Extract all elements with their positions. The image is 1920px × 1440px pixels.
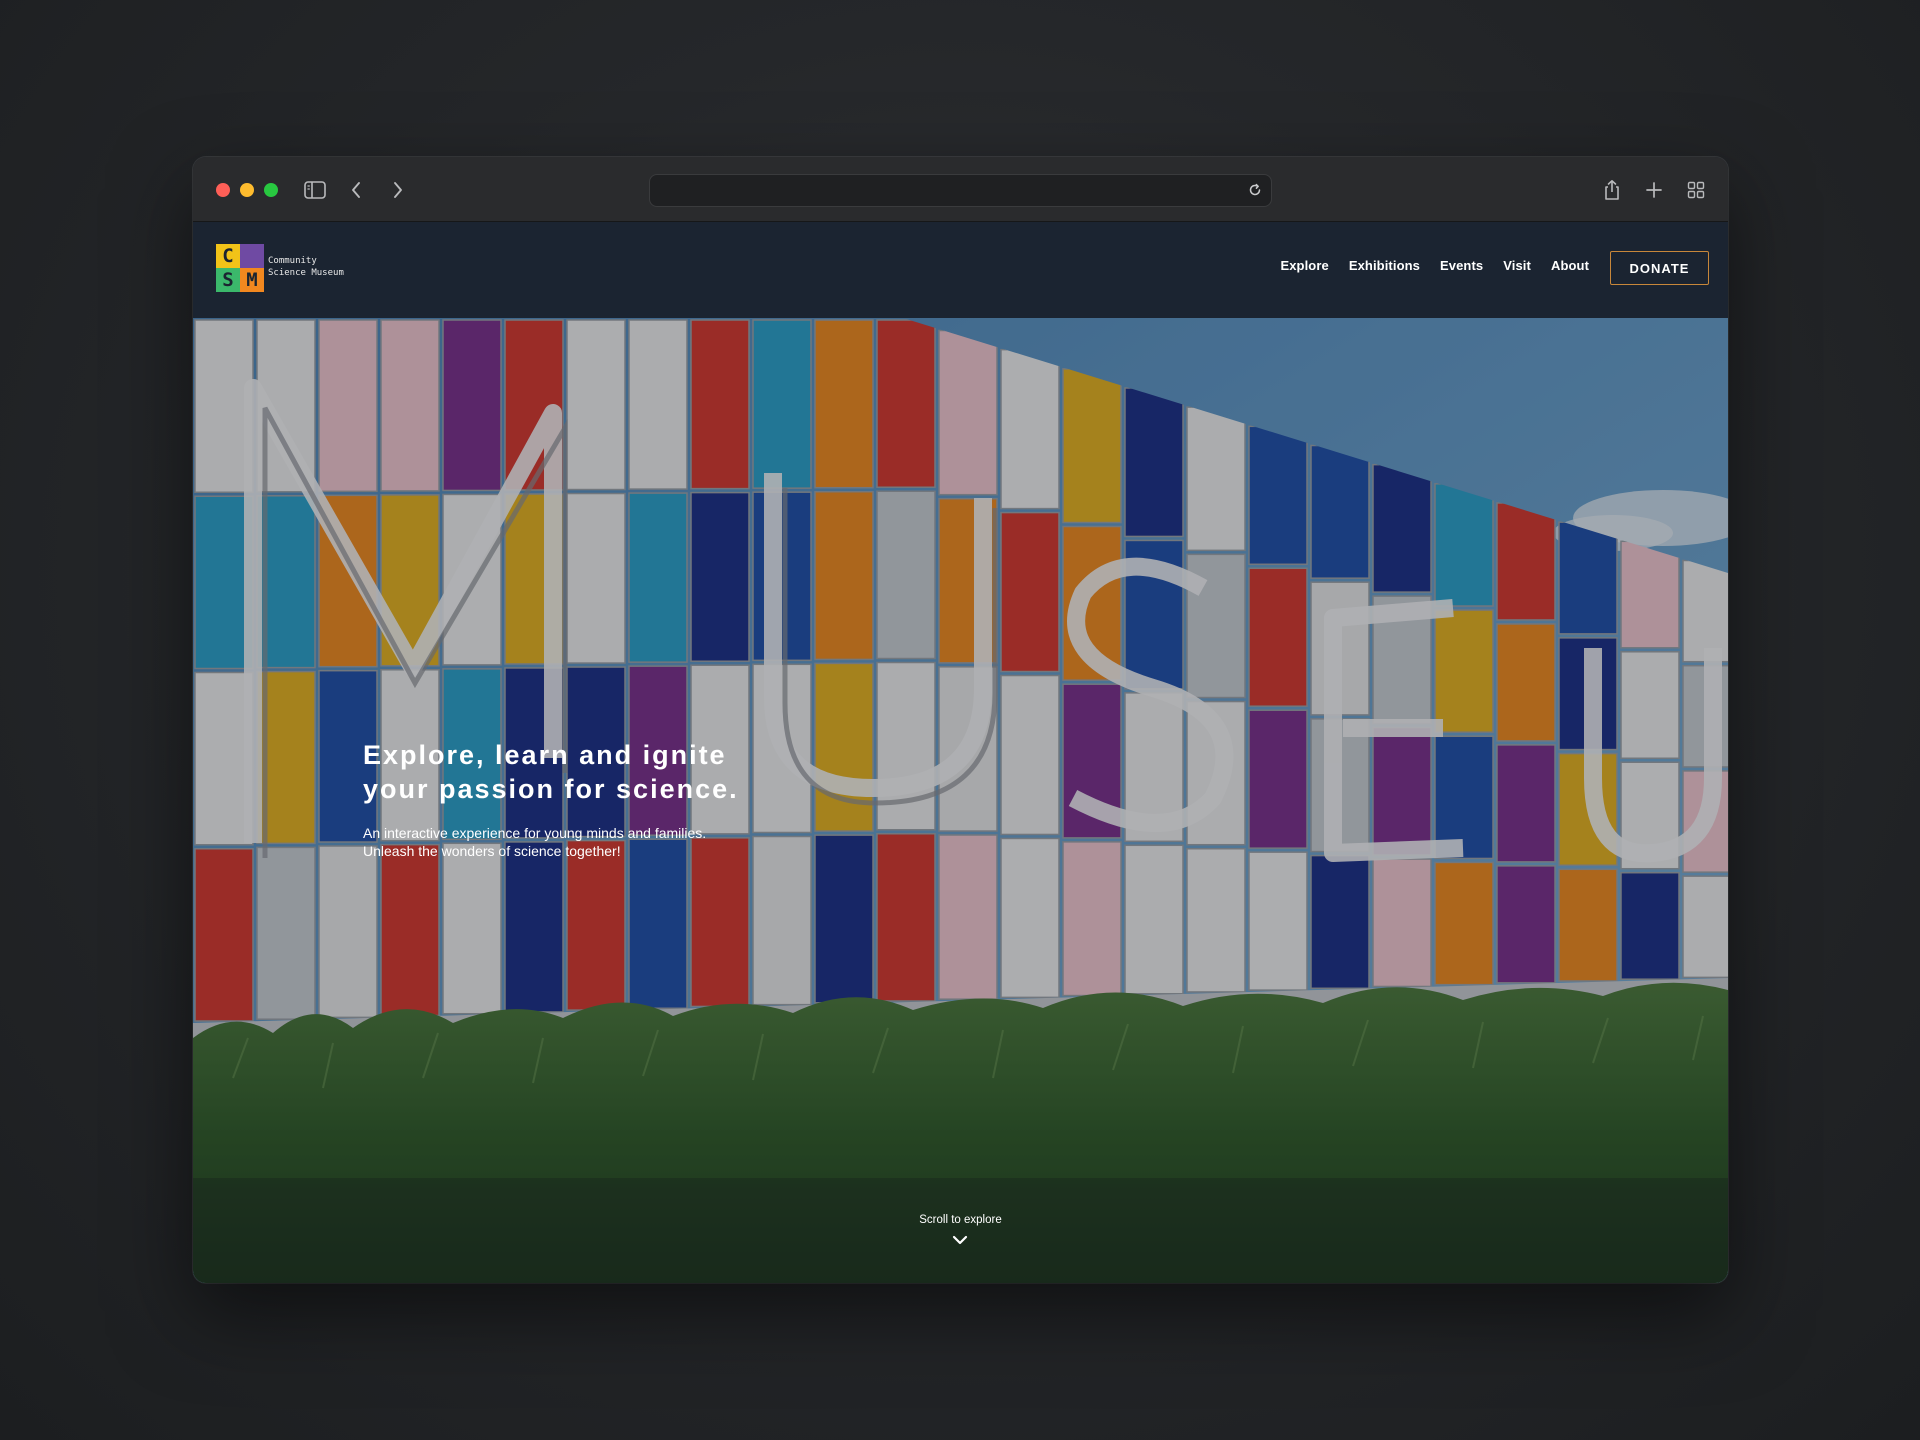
hero-headline-line-2: your passion for science. <box>363 774 739 804</box>
hero-headline-line-1: Explore, learn and ignite <box>363 740 727 770</box>
browser-window: C S M Community Science Museum Explore E… <box>193 157 1728 1283</box>
browser-toolbar <box>193 157 1728 222</box>
logo-block-purple <box>240 244 264 268</box>
logo-letter-c: C <box>216 244 240 268</box>
hero-section: Explore, learn and ignite your passion f… <box>193 318 1728 1283</box>
close-window-button[interactable] <box>216 183 230 197</box>
back-icon[interactable] <box>347 175 365 205</box>
scroll-hint-label[interactable]: Scroll to explore <box>193 1214 1728 1226</box>
nav-about[interactable]: About <box>1551 258 1589 273</box>
nav-exhibitions[interactable]: Exhibitions <box>1349 258 1420 273</box>
logo-letter-m: M <box>240 268 264 292</box>
hero-headline: Explore, learn and ignite your passion f… <box>363 738 783 806</box>
hero-subtitle-line-1: An interactive experience for young mind… <box>363 825 707 841</box>
site-header: C S M Community Science Museum Explore E… <box>193 222 1728 318</box>
tab-overview-icon[interactable] <box>1685 175 1707 205</box>
nav-visit[interactable]: Visit <box>1503 258 1531 273</box>
sidebar-icon[interactable] <box>303 175 327 205</box>
logo-wordmark[interactable]: Community Science Museum <box>268 255 344 279</box>
chevron-down-icon[interactable] <box>951 1233 969 1251</box>
minimize-window-button[interactable] <box>240 183 254 197</box>
logo-line-1: Community <box>268 256 317 266</box>
forward-icon[interactable] <box>389 175 407 205</box>
donate-button[interactable]: DONATE <box>1610 251 1709 285</box>
museum-logo[interactable]: C S M <box>216 244 264 292</box>
logo-line-2: Science Museum <box>268 268 344 278</box>
nav-explore[interactable]: Explore <box>1280 258 1328 273</box>
hero-subtitle-line-2: Unleash the wonders of science together! <box>363 843 621 859</box>
address-bar[interactable] <box>649 174 1272 207</box>
main-nav: Explore Exhibitions Events Visit About <box>1260 258 1589 273</box>
hero-subtitle: An interactive experience for young mind… <box>363 824 763 860</box>
share-icon[interactable] <box>1601 175 1623 205</box>
new-tab-icon[interactable] <box>1643 175 1665 205</box>
zoom-window-button[interactable] <box>264 183 278 197</box>
reload-icon[interactable] <box>1247 182 1263 203</box>
logo-letter-s: S <box>216 268 240 292</box>
nav-events[interactable]: Events <box>1440 258 1483 273</box>
